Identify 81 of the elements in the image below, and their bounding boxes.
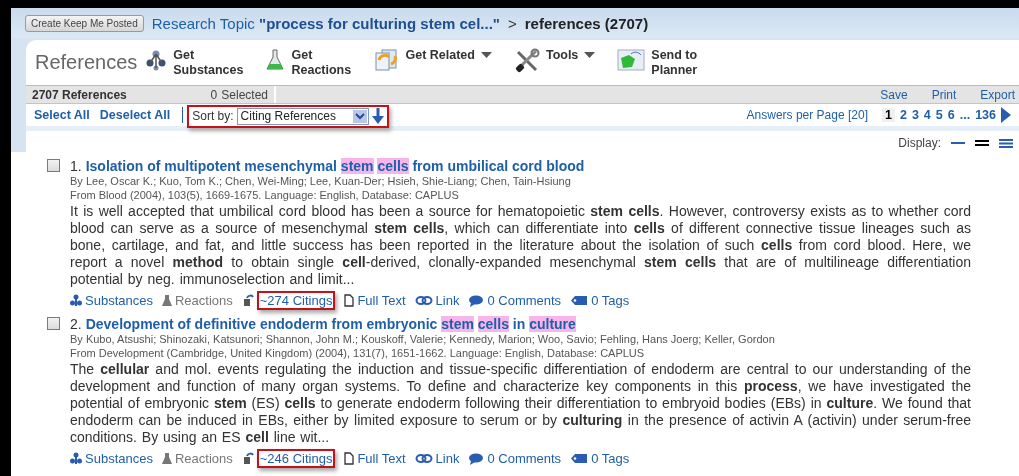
result-link[interactable]: ~274 Citings	[256, 290, 336, 310]
page-link[interactable]: 6	[947, 108, 955, 122]
flask-icon	[161, 451, 172, 465]
display-label: Display:	[898, 136, 941, 150]
lines-icon	[975, 140, 989, 146]
tag-icon	[570, 451, 589, 465]
page-link[interactable]: 136	[975, 108, 996, 122]
action-link[interactable]: Export	[980, 87, 1015, 102]
result-number: 2.	[70, 316, 82, 332]
sort-descending-icon	[371, 108, 384, 124]
panel-title: References	[35, 51, 138, 74]
deselect-all-link[interactable]: Deselect All	[99, 108, 171, 122]
molecule-icon	[70, 451, 82, 465]
action-link[interactable]: Save	[880, 87, 908, 102]
toolbar-button[interactable]: Get Reactions	[265, 48, 352, 78]
result-link[interactable]: Link	[435, 292, 460, 308]
molecule-icon	[145, 48, 168, 72]
result-link[interactable]: Substances	[85, 292, 153, 308]
planner-icon	[617, 48, 646, 72]
toolbar-button[interactable]: Get Substances	[145, 48, 244, 78]
next-page-icon[interactable]	[1001, 107, 1011, 123]
research-topic-link[interactable]: Research Topic "process for culturing stem cel..."	[151, 14, 500, 32]
citation-icon	[241, 451, 254, 465]
authors-text: By Lee, Oscar K.; Kuo, Tom K.; Chen, Wei-Ming; Lee, Kuan-Der; Hsieh, Shie-Liang; Chen, Tain-Hsiung	[70, 174, 572, 188]
sort-label: Sort by:	[192, 109, 234, 123]
tag-icon	[570, 293, 589, 307]
keep-me-posted-button[interactable]: Create Keep Me Posted	[25, 14, 144, 32]
select-all-link[interactable]: Select All	[34, 108, 90, 122]
page-link[interactable]: 5	[935, 108, 943, 122]
checkbox[interactable]	[47, 159, 60, 172]
result-link[interactable]: ~246 Citings	[256, 448, 336, 468]
abstract-text: The cellular and mol. events regulating the induction and tissue-specific differentiation of endoderm are central to our understanding of the development and function of many organ systems. To define and characterize key components in this process, we have investigated the potential of embryonic stem (ES) cells to generate endoderm following their differentiation to embryoid bodies (EBs) in culture. We found that endoderm can be induced in EBs, either by limited exposure to serum or by culturing in the presence of activin A (activin) under serum-free conditions. By using an ES cell line wit...	[70, 361, 971, 446]
page-link[interactable]: 3	[911, 108, 919, 122]
result-link[interactable]: Substances	[85, 450, 153, 466]
toolbar-button[interactable]: Send to Planner	[617, 48, 712, 78]
result-link[interactable]: 0 Comments	[487, 450, 562, 466]
current-page[interactable]: 1	[882, 108, 895, 122]
sort-dropdown[interactable]: Citing References	[236, 107, 369, 125]
chain-link-icon	[414, 451, 433, 465]
lines-icon	[999, 138, 1013, 148]
result-link[interactable]: 0 Tags	[591, 292, 630, 308]
documents-icon	[373, 48, 400, 72]
toolbar-button[interactable]: Tools	[513, 48, 596, 74]
result-link[interactable]: Link	[435, 450, 460, 466]
flask-icon	[265, 48, 286, 72]
page-link[interactable]: ...	[959, 108, 971, 122]
answers-per-page-link[interactable]: Answers per Page [20]	[746, 108, 868, 122]
chevron-down-icon	[352, 109, 367, 123]
display-option-button[interactable]	[975, 140, 989, 146]
chain-link-icon	[414, 293, 433, 307]
flask-icon	[161, 293, 172, 307]
result-number: 1.	[70, 158, 82, 174]
authors-text: By Kubo, Atsushi; Shinozaki, Katsunori; Shannon, John M.; Kouskoff, Valerie; Kennedy, Marion; Woo, Savio; Fehling, Hans Joerg; Keller, Gordon	[70, 332, 776, 346]
toolbar-button[interactable]: Get Related	[373, 48, 492, 72]
lines-icon	[951, 142, 965, 144]
result-link[interactable]: Full Text	[357, 292, 406, 308]
selected-label: Selected	[221, 87, 268, 102]
result-link[interactable]: 0 Comments	[487, 292, 562, 308]
citation-icon	[241, 293, 254, 307]
action-link[interactable]: Print	[931, 87, 957, 102]
tools-icon	[513, 48, 540, 74]
checkbox[interactable]	[47, 317, 60, 330]
reference-count: 2707 References	[31, 87, 128, 102]
abstract-text: It is well accepted that umbilical cord blood has been a source for hematopoietic stem cells. However, controversy exists as to whether cord blood can serve as a source of mesenchymal stem cells, which can differentiate into cells of different connective tissue lineages such as bone, cartilage, and fat, and little success has been reported in the literature about the isolation of such cells from cord blood. Here, we report a novel method to obtain single cell-derived, clonally-expanded mesenchymal stem cells that are of multilineage differentiation potential by neg. immunoselection and limit...	[70, 203, 971, 288]
speech-bubble-icon	[468, 451, 485, 465]
source-text: From Blood (2004), 103(5), 1669-1675. Language: English, Database: CAPLUS	[70, 188, 460, 202]
breadcrumb-separator: >	[507, 14, 517, 32]
result-link[interactable]: Full Text	[357, 450, 406, 466]
page-link[interactable]: 4	[923, 108, 931, 122]
display-option-button[interactable]	[999, 138, 1013, 148]
molecule-icon	[70, 293, 82, 307]
breadcrumb-current: references (2707)	[524, 14, 649, 32]
document-icon	[344, 451, 355, 465]
speech-bubble-icon	[468, 293, 485, 307]
result-link[interactable]: 0 Tags	[591, 450, 630, 466]
source-text: From Development (Cambridge, United Kingdom) (2004), 131(7), 1651-1662. Language: English, Database: CAPLUS	[70, 346, 646, 360]
document-icon	[344, 293, 355, 307]
result-title-link[interactable]: Isolation of multipotent mesenchymal stem cells from umbilical cord blood	[85, 158, 585, 174]
page-link[interactable]: 2	[899, 108, 907, 122]
result-title-link[interactable]: Development of definitive endoderm from embryonic stem cells in culture	[85, 316, 576, 332]
selected-count: 0	[210, 87, 218, 102]
